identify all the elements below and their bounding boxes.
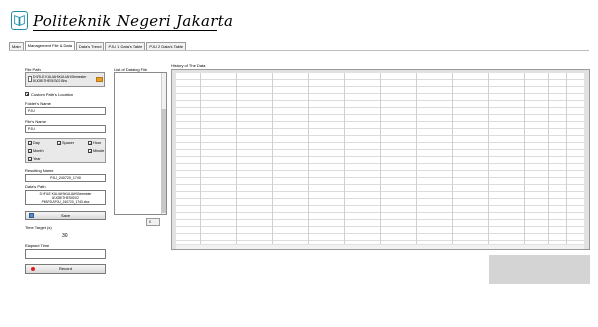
month-label: Month xyxy=(33,149,44,153)
elapsed-time-field xyxy=(25,249,106,259)
grid-column-line xyxy=(416,73,417,244)
listbox-scrollbar[interactable] xyxy=(161,73,166,214)
grid-column-line xyxy=(566,73,567,244)
elapsed-time-label: Elapsed Time xyxy=(25,243,50,248)
custom-path-label: Custom Path's Location xyxy=(31,92,74,97)
grid-column-line xyxy=(200,73,201,244)
option-year[interactable]: ✓ Year xyxy=(28,157,41,162)
hour-checkbox[interactable]: ✓ xyxy=(88,141,92,146)
save-button[interactable]: Save xyxy=(25,211,106,220)
listbox-scroll-thumb[interactable] xyxy=(161,109,166,213)
spacer-label: Spacer xyxy=(62,141,75,145)
history-label: History of The Data xyxy=(171,63,206,68)
tab-management-file-data[interactable]: Management File & Data xyxy=(24,41,75,50)
grid-column-line xyxy=(272,73,273,244)
record-button[interactable]: Record xyxy=(25,264,106,274)
option-minute[interactable]: ✓ Minute xyxy=(88,149,105,154)
tab-bar: Main Management File & Data Data's Trend… xyxy=(9,41,187,50)
save-button-label: Save xyxy=(60,213,71,218)
folder-name-field[interactable]: PJU xyxy=(25,107,106,115)
grid-column-line xyxy=(488,73,489,244)
year-checkbox[interactable]: ✓ xyxy=(28,157,32,162)
grid-column-line xyxy=(548,73,549,244)
resulting-name-label: Resulting Name xyxy=(25,168,54,173)
minute-label: Minute xyxy=(93,149,105,153)
year-label: Year xyxy=(33,157,41,161)
time-target-value[interactable]: 30 xyxy=(62,233,68,239)
page-title: Politeknik Negeri Jakarta xyxy=(33,12,234,30)
grid-column-line xyxy=(236,73,237,244)
day-checkbox[interactable]: ✓ xyxy=(28,141,32,146)
status-panel xyxy=(489,255,590,284)
option-day[interactable]: ✓ Day xyxy=(28,141,40,146)
data-path-field: D:\FILE KULIAH\KULIAH\Semester 8\JOB\THE… xyxy=(25,190,106,205)
grid-column-line xyxy=(308,73,309,244)
folder-name-label: Folder's Name xyxy=(25,101,51,106)
history-table[interactable] xyxy=(171,69,590,250)
tab-panel-border xyxy=(9,50,589,51)
file-name-label: File's Name xyxy=(25,119,46,124)
book-logo-icon xyxy=(14,14,25,27)
logo xyxy=(11,11,28,30)
history-grid[interactable] xyxy=(176,73,584,244)
time-target-label: Time Target (s) xyxy=(25,225,52,230)
option-spacer[interactable]: ✓ Spacer xyxy=(57,141,75,146)
grid-column-line xyxy=(524,73,525,244)
data-path-label: Data's Path xyxy=(25,184,46,189)
grid-column-line xyxy=(344,73,345,244)
datalog-listbox[interactable] xyxy=(114,72,167,215)
day-label: Day xyxy=(33,141,40,145)
file-path-value: D:\FILE KULIAH\KULIAH\Semester 8\JOB\THE… xyxy=(33,75,87,83)
record-icon xyxy=(31,267,35,271)
minute-checkbox[interactable]: ✓ xyxy=(88,149,92,154)
title-underline xyxy=(33,30,217,31)
file-icon xyxy=(28,76,32,82)
resulting-name-field: PJU_240720_1740 xyxy=(25,174,106,182)
grid-column-line xyxy=(380,73,381,244)
grid-column-line xyxy=(452,73,453,244)
time-format-options: ✓ Day ✓ Spacer ✓ Hour ✓ Month ✓ Minute ✓… xyxy=(25,138,106,163)
record-button-label: Record xyxy=(59,266,72,271)
save-icon xyxy=(29,213,34,218)
month-checkbox[interactable]: ✓ xyxy=(28,149,32,154)
tab-pju2-table[interactable]: PJU 2 Data's Table xyxy=(146,42,187,50)
hour-label: Hour xyxy=(93,141,102,145)
file-name-field[interactable]: PJU xyxy=(25,125,106,133)
option-hour[interactable]: ✓ Hour xyxy=(88,141,102,146)
option-month[interactable]: ✓ Month xyxy=(28,149,44,154)
tab-data-trend[interactable]: Data's Trend xyxy=(75,42,105,50)
file-path-control[interactable]: D:\FILE KULIAH\KULIAH\Semester 8\JOB\THE… xyxy=(25,72,105,87)
spacer-checkbox[interactable]: ✓ xyxy=(57,141,61,146)
list-index-field[interactable]: 0 xyxy=(146,218,160,226)
custom-path-checkbox[interactable]: ✕ xyxy=(25,92,29,97)
tab-pju1-table[interactable]: PJU 1 Data's Table xyxy=(105,42,146,50)
folder-browse-icon[interactable] xyxy=(96,77,103,82)
tab-main[interactable]: Main xyxy=(9,42,24,50)
history-horizontal-scrollbar[interactable] xyxy=(176,245,584,249)
